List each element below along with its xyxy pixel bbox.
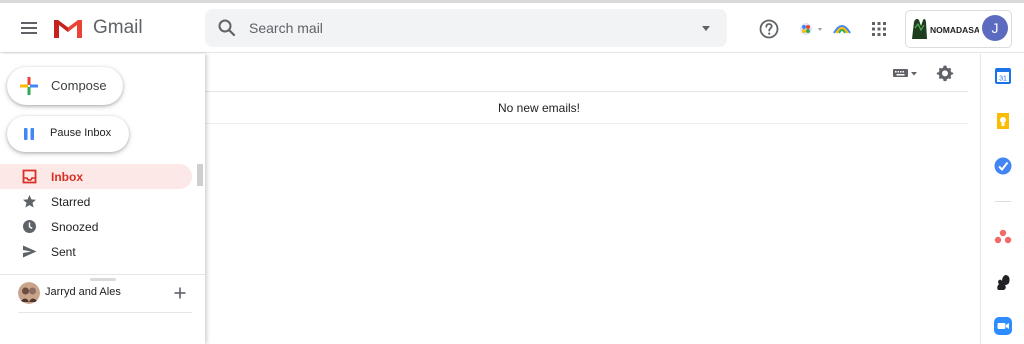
sidebar-item-label: Starred: [51, 195, 91, 209]
sidebar-item-label: Sent: [51, 245, 76, 259]
gmail-logo-icon[interactable]: [52, 16, 84, 40]
squirrel-icon[interactable]: [993, 272, 1013, 292]
google-extension-icon[interactable]: [798, 20, 826, 38]
hangout-name: Jarryd and Ales: [45, 286, 121, 298]
calendar-icon[interactable]: 31: [993, 66, 1013, 86]
asana-icon[interactable]: [993, 227, 1013, 247]
clock-icon: [23, 220, 36, 233]
nomadasaurus-logo-icon: NOMADASAURUS: [912, 18, 979, 39]
hangouts-drag-handle[interactable]: [90, 278, 116, 281]
sidebar: Compose Pause Inbox Inbox Starred Snooze…: [0, 54, 205, 344]
sidebar-item-inbox[interactable]: Inbox: [0, 164, 192, 189]
empty-inbox-row: No new emails!: [205, 92, 968, 124]
rainbow-extension-icon[interactable]: [832, 21, 852, 35]
tasks-icon[interactable]: [993, 156, 1013, 176]
calendar-day: 31: [999, 76, 1007, 83]
sidebar-divider: [0, 274, 205, 275]
pause-inbox-label: Pause Inbox: [50, 127, 112, 139]
gmail-app: Gmail Search mail NOMADASA J Compose Pau…: [0, 0, 1024, 344]
add-conversation-icon[interactable]: [173, 286, 187, 300]
header: Gmail Search mail NOMADASA J: [0, 3, 1024, 53]
sidebar-scrollbar[interactable]: [197, 164, 203, 186]
send-icon: [23, 245, 37, 258]
brand-name: Gmail: [93, 17, 143, 38]
sidebar-nav: Inbox Starred Snoozed Sent: [0, 164, 192, 264]
side-panel-divider: [995, 201, 1011, 202]
keyboard-icon[interactable]: [892, 67, 918, 79]
compose-button[interactable]: Compose: [7, 67, 123, 105]
hangout-conversation[interactable]: Jarryd and Ales: [18, 282, 193, 304]
search-input[interactable]: [249, 18, 679, 38]
hangouts-divider: [18, 312, 192, 313]
sidebar-item-label: Snoozed: [51, 220, 99, 234]
pause-icon: [24, 128, 34, 140]
zoom-icon[interactable]: [993, 316, 1013, 336]
pause-inbox-button[interactable]: Pause Inbox: [7, 116, 129, 152]
hangout-avatar: [18, 282, 40, 304]
sidebar-item-snoozed[interactable]: Snoozed: [0, 214, 192, 239]
search-bar[interactable]: [205, 9, 727, 47]
compose-label: Compose: [51, 78, 107, 93]
sidebar-item-sent[interactable]: Sent: [0, 239, 192, 264]
empty-inbox-message: No new emails!: [497, 101, 581, 115]
search-options-caret-icon[interactable]: [701, 23, 711, 33]
account-logo-text: NOMADASAURUS: [930, 25, 979, 35]
keep-icon[interactable]: [993, 111, 1013, 131]
gear-icon[interactable]: [936, 64, 954, 82]
inbox-icon: [22, 169, 37, 184]
sidebar-item-starred[interactable]: Starred: [0, 189, 192, 214]
side-panel: 31: [980, 54, 1024, 344]
avatar[interactable]: J: [982, 15, 1008, 41]
menu-icon[interactable]: [17, 16, 41, 40]
star-icon: [23, 195, 36, 208]
search-icon[interactable]: [217, 18, 237, 38]
mail-list-area: No new emails!: [205, 54, 968, 344]
mail-toolbar: [205, 54, 968, 92]
sidebar-item-label: Inbox: [51, 170, 83, 184]
google-apps-icon[interactable]: [870, 20, 888, 38]
plus-icon: [20, 77, 38, 95]
account-switcher[interactable]: NOMADASAURUS J: [905, 10, 1012, 48]
help-icon[interactable]: [758, 18, 780, 40]
